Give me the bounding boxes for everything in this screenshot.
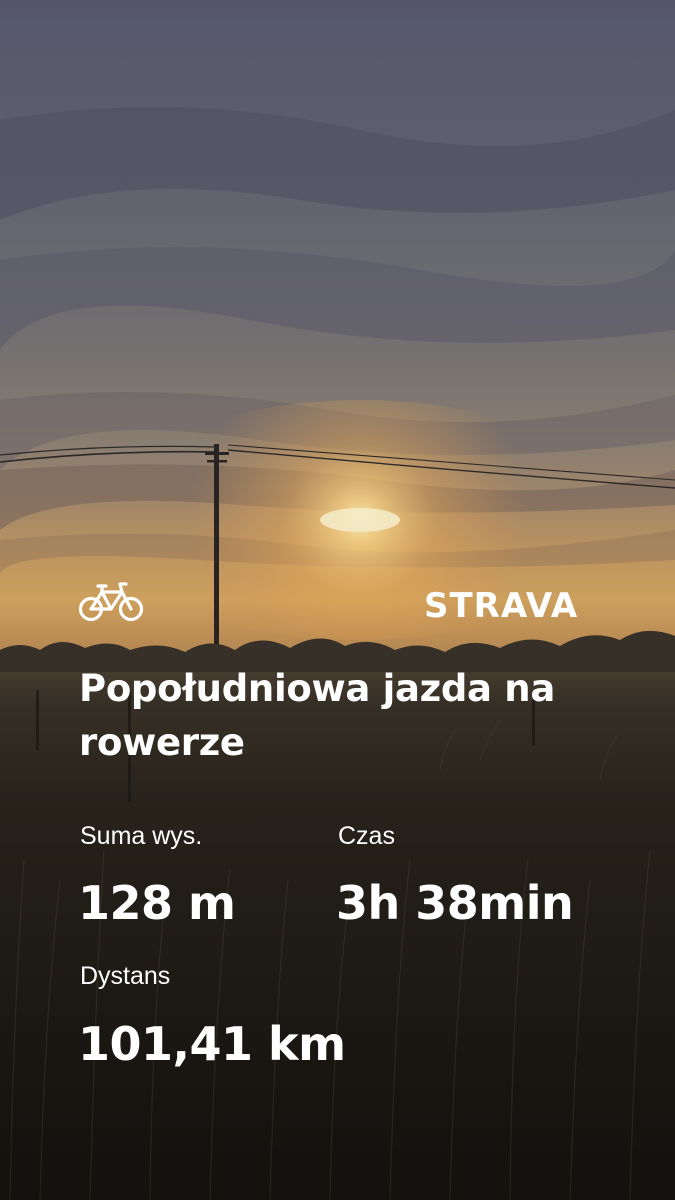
distance-value: 101,41 km (78, 1017, 346, 1071)
strava-logo: STRAVA (424, 586, 579, 626)
distance-label: Dystans (80, 962, 171, 990)
time-value: 3h 38min (336, 876, 574, 930)
activity-share-card: STRAVA Popołudniowa jazda na rowerze Sum… (0, 0, 675, 1200)
elevation-label: Suma wys. (80, 822, 203, 850)
time-label: Czas (338, 822, 395, 850)
activity-title: Popołudniowa jazda na rowerze (79, 667, 556, 764)
bicycle-icon (78, 582, 144, 622)
elevation-value: 128 m (78, 876, 236, 930)
